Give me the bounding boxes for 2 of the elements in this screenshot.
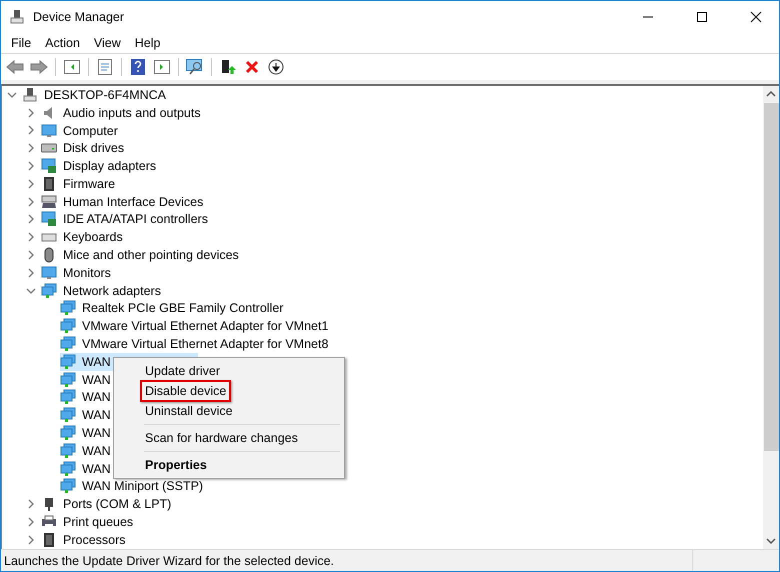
window-title: Device Manager	[33, 10, 126, 24]
status-text: Launches the Update Driver Wizard for the selected device.	[3, 554, 336, 568]
